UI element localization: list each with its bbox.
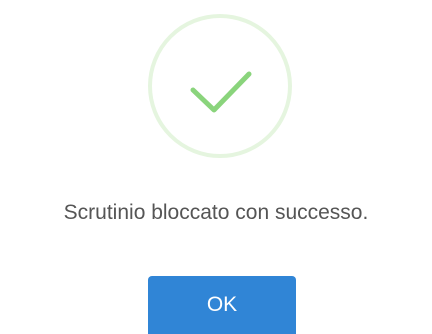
success-check-icon xyxy=(146,12,294,160)
success-message: Scrutinio bloccato con successo. xyxy=(63,201,369,224)
ok-button[interactable]: OK xyxy=(148,276,296,334)
success-dialog: Scrutinio bloccato con successo. OK xyxy=(0,0,432,334)
